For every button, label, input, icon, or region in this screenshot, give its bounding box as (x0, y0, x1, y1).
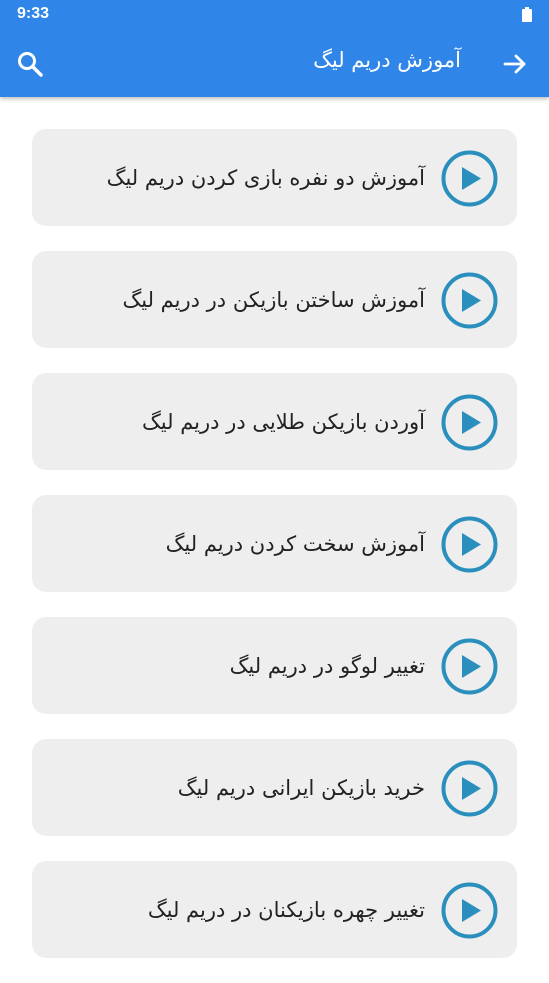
list-item-label: آوردن بازیکن طلایی در دریم لیگ (141, 409, 425, 434)
play-icon[interactable] (441, 882, 498, 939)
list-item[interactable]: آموزش دو نفره بازی کردن دریم لیگ (32, 129, 517, 226)
play-icon[interactable] (441, 394, 498, 451)
play-icon[interactable] (441, 150, 498, 207)
status-time: 9:33 (17, 5, 50, 22)
play-icon[interactable] (441, 638, 498, 695)
list-item-label: آموزش دو نفره بازی کردن دریم لیگ (106, 165, 425, 190)
list-item-label: آموزش ساختن بازیکن در دریم لیگ (122, 287, 425, 312)
list-item[interactable]: خرید بازیکن ایرانی دریم لیگ (32, 739, 517, 836)
app-bar: 9:33 آموزش دریم لیگ (0, 0, 549, 97)
page-title: آموزش دریم لیگ (313, 48, 461, 72)
list-item[interactable]: تغییر چهره بازیکنان در دریم لیگ (32, 861, 517, 958)
list-item-label: تغییر لوگو در دریم لیگ (229, 653, 425, 678)
list-item[interactable]: تغییر لوگو در دریم لیگ (32, 617, 517, 714)
list-item-label: تغییر چهره بازیکنان در دریم لیگ (147, 897, 425, 922)
play-icon[interactable] (441, 760, 498, 817)
search-icon[interactable] (16, 50, 44, 78)
play-icon[interactable] (441, 272, 498, 329)
play-icon[interactable] (441, 516, 498, 573)
list-item[interactable]: آموزش ساختن بازیکن در دریم لیگ (32, 251, 517, 348)
battery-icon (522, 7, 532, 22)
list-item[interactable]: آوردن بازیکن طلایی در دریم لیگ (32, 373, 517, 470)
list-item-label: آموزش سخت کردن دریم لیگ (165, 531, 425, 556)
arrow-right-icon[interactable] (501, 50, 529, 78)
list-item-label: خرید بازیکن ایرانی دریم لیگ (177, 775, 425, 800)
list-item[interactable]: آموزش سخت کردن دریم لیگ (32, 495, 517, 592)
tutorial-list: آموزش دو نفره بازی کردن دریم لیگ آموزش س… (32, 129, 517, 983)
